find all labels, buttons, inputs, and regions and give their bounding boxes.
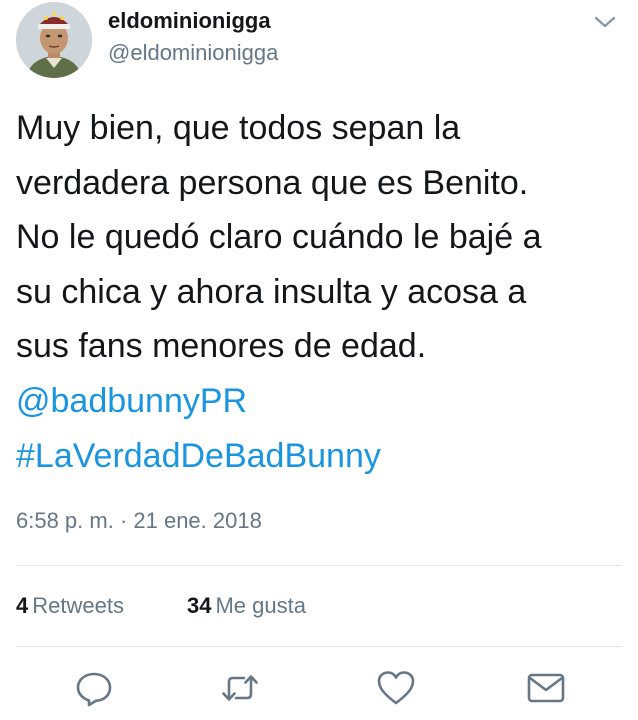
likes-stat[interactable]: 34 Me gusta xyxy=(187,593,306,619)
tweet-line: sus fans menores de edad. xyxy=(16,327,427,366)
user-avatar-icon xyxy=(16,2,92,78)
tweet-card: eldominionigga @eldominionigga Muy bien,… xyxy=(0,0,638,720)
envelope-icon xyxy=(527,673,565,703)
divider xyxy=(16,646,622,647)
like-button[interactable] xyxy=(376,668,416,708)
reply-button[interactable] xyxy=(74,668,114,708)
chevron-down-icon[interactable] xyxy=(592,12,618,32)
reply-icon xyxy=(76,672,112,707)
tweet-line: No le quedó claro cuándo le bajé a xyxy=(16,218,542,257)
user-handle[interactable]: @eldominionigga xyxy=(108,40,278,66)
retweet-icon xyxy=(222,675,258,701)
avatar[interactable] xyxy=(16,2,92,78)
heart-icon xyxy=(377,671,415,705)
retweets-stat[interactable]: 4 Retweets xyxy=(16,593,124,619)
retweets-label: Retweets xyxy=(32,593,124,618)
divider xyxy=(16,565,622,566)
likes-label: Me gusta xyxy=(215,593,306,618)
retweets-count: 4 xyxy=(16,593,29,618)
tweet-line: su chica y ahora insulta y acosa a xyxy=(16,272,527,311)
mention-link[interactable]: @badbunnyPR xyxy=(16,382,247,420)
tweet-text: Muy bien, que todos sepan la verdadera p… xyxy=(16,101,622,483)
tweet-line: Muy bien, que todos sepan la xyxy=(16,109,461,147)
tweet-timestamp[interactable]: 6:58 p. m. · 21 ene. 2018 xyxy=(16,508,262,534)
tweet-line: verdadera persona que es Benito. xyxy=(16,163,529,202)
hashtag-link[interactable]: #LaVerdadDeBadBunny xyxy=(16,437,381,475)
display-name[interactable]: eldominionigga xyxy=(108,8,271,34)
direct-message-button[interactable] xyxy=(526,668,566,708)
likes-count: 34 xyxy=(187,593,212,618)
retweet-button[interactable] xyxy=(220,668,260,708)
